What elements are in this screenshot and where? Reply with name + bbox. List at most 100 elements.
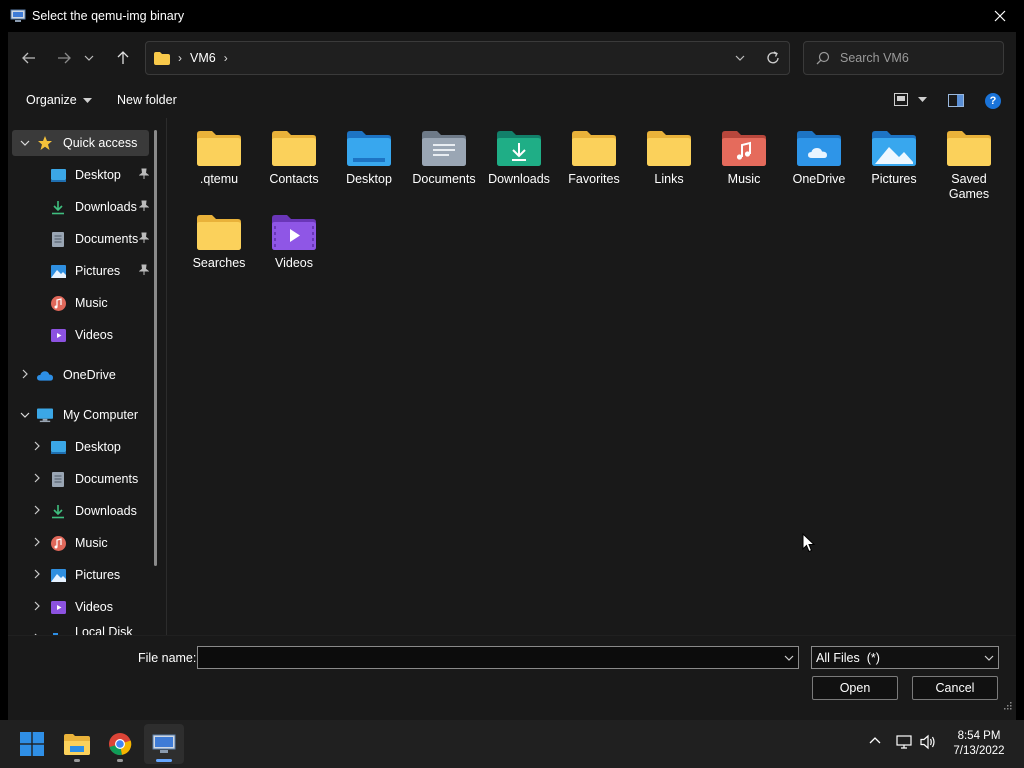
preview-pane-button[interactable] <box>948 94 964 110</box>
open-button[interactable]: Open <box>812 676 898 700</box>
folder-item[interactable]: Saved Games <box>933 118 1005 202</box>
nav-pc-desktop[interactable]: Desktop <box>12 434 149 460</box>
qtemu-taskbar-button[interactable] <box>144 724 184 764</box>
chevron-right-icon[interactable] <box>30 441 44 454</box>
documents-folder-icon <box>422 131 466 166</box>
file-list[interactable]: .qtemu Contacts Desktop Documents Downlo… <box>178 118 1016 635</box>
folder-icon <box>572 131 616 166</box>
nav-qa-music[interactable]: Music <box>12 290 149 316</box>
search-box[interactable] <box>803 41 1004 75</box>
breadcrumb-separator-icon[interactable]: › <box>178 51 182 65</box>
title-bar: Select the qemu-img binary <box>8 0 1016 32</box>
back-button[interactable] <box>15 46 43 70</box>
start-button[interactable] <box>12 724 52 764</box>
chevron-down-icon[interactable] <box>18 410 32 421</box>
organize-button[interactable]: Organize <box>26 93 92 107</box>
folder-item[interactable]: Music <box>708 118 780 187</box>
chevron-down-icon[interactable] <box>18 138 32 149</box>
folder-item[interactable]: Downloads <box>483 118 555 187</box>
network-icon <box>896 735 912 749</box>
file-type-select[interactable]: All Files (*) <box>811 646 999 669</box>
file-explorer-taskbar-button[interactable] <box>57 724 97 764</box>
chevron-right-icon[interactable] <box>30 473 44 486</box>
chevron-right-icon[interactable] <box>30 537 44 550</box>
nav-label: Desktop <box>75 440 121 454</box>
refresh-button[interactable] <box>765 49 781 70</box>
nav-qa-documents[interactable]: Documents <box>12 226 150 252</box>
file-name-input[interactable] <box>202 647 772 668</box>
folder-item[interactable]: Pictures <box>858 118 930 187</box>
nav-label: Desktop <box>75 168 121 182</box>
taskbar: 8:54 PM 7/13/2022 <box>0 720 1024 768</box>
file-type-dropdown[interactable] <box>984 651 994 668</box>
folder-item[interactable]: Searches <box>183 202 255 271</box>
nav-label: Music <box>75 536 108 550</box>
folder-item[interactable]: Videos <box>258 202 330 271</box>
folder-item[interactable]: Links <box>633 118 705 187</box>
chevron-right-icon[interactable] <box>30 569 44 582</box>
folder-icon <box>197 131 241 166</box>
pin-icon[interactable] <box>138 232 150 247</box>
folder-item[interactable]: Desktop <box>333 118 405 187</box>
cancel-label: Cancel <box>935 681 975 695</box>
qtemu-icon <box>152 734 176 753</box>
search-input[interactable] <box>840 51 990 65</box>
nav-pane-scrollbar[interactable] <box>154 130 157 566</box>
active-indicator <box>156 759 172 762</box>
nav-pc-videos[interactable]: Videos <box>12 594 149 620</box>
nav-quick-access[interactable]: Quick access <box>12 130 149 156</box>
address-history-dropdown[interactable] <box>735 50 745 69</box>
item-name: Links <box>654 172 684 186</box>
pin-icon[interactable] <box>138 200 150 215</box>
change-view-button[interactable] <box>894 93 927 106</box>
chevron-right-icon[interactable] <box>30 601 44 614</box>
up-button[interactable] <box>109 46 137 70</box>
recent-locations-button[interactable] <box>80 46 98 70</box>
desktop-icon <box>50 439 66 455</box>
nav-pc-documents[interactable]: Documents <box>12 466 149 492</box>
nav-my-computer[interactable]: My Computer <box>12 402 149 428</box>
nav-pc-local-disk[interactable]: Local Disk (C:) <box>12 625 149 635</box>
breadcrumb-separator-icon[interactable]: › <box>224 51 228 65</box>
pane-divider[interactable] <box>166 118 167 635</box>
item-name: Pictures <box>871 172 917 186</box>
show-hidden-icons-button[interactable] <box>868 734 882 751</box>
pin-icon[interactable] <box>138 264 150 279</box>
folder-item[interactable]: Contacts <box>258 118 330 187</box>
file-name-dropdown[interactable] <box>784 651 794 668</box>
folder-icon <box>272 131 316 166</box>
chrome-taskbar-button[interactable] <box>100 724 140 764</box>
nav-qa-downloads[interactable]: Downloads <box>12 194 150 220</box>
new-folder-button[interactable]: New folder <box>117 93 177 107</box>
close-button[interactable] <box>988 0 1012 32</box>
folder-item[interactable]: .qtemu <box>183 118 255 187</box>
taskbar-clock[interactable]: 8:54 PM 7/13/2022 <box>944 729 1014 759</box>
chevron-right-icon[interactable] <box>18 369 32 382</box>
pin-icon[interactable] <box>138 168 150 183</box>
cancel-button[interactable]: Cancel <box>912 676 998 700</box>
address-bar[interactable]: › VM6 › <box>145 41 790 75</box>
volume-tray-button[interactable] <box>919 734 937 753</box>
nav-pc-music[interactable]: Music <box>12 530 149 556</box>
nav-pc-downloads[interactable]: Downloads <box>12 498 149 524</box>
nav-pc-pictures[interactable]: Pictures <box>12 562 149 588</box>
mouse-cursor-icon <box>802 533 815 553</box>
folder-item[interactable]: Documents <box>408 118 480 187</box>
file-name-combobox[interactable] <box>197 646 799 669</box>
help-icon: ? <box>989 95 997 107</box>
folder-item[interactable]: OneDrive <box>783 118 855 187</box>
network-tray-button[interactable] <box>895 734 913 753</box>
nav-qa-desktop[interactable]: Desktop <box>12 162 150 188</box>
folder-item[interactable]: Favorites <box>558 118 630 187</box>
help-button[interactable]: ? <box>985 93 1001 109</box>
resize-grip-icon[interactable] <box>1003 701 1012 710</box>
nav-qa-pictures[interactable]: Pictures <box>12 258 150 284</box>
chevron-right-icon[interactable] <box>30 505 44 518</box>
nav-onedrive[interactable]: OneDrive <box>12 362 149 388</box>
forward-button[interactable] <box>50 46 78 70</box>
pictures-folder-icon <box>872 131 916 166</box>
breadcrumb-vm6[interactable]: VM6 <box>190 51 216 65</box>
nav-qa-videos[interactable]: Videos <box>12 322 149 348</box>
chevron-up-icon <box>869 737 881 744</box>
item-name: Videos <box>275 256 313 270</box>
